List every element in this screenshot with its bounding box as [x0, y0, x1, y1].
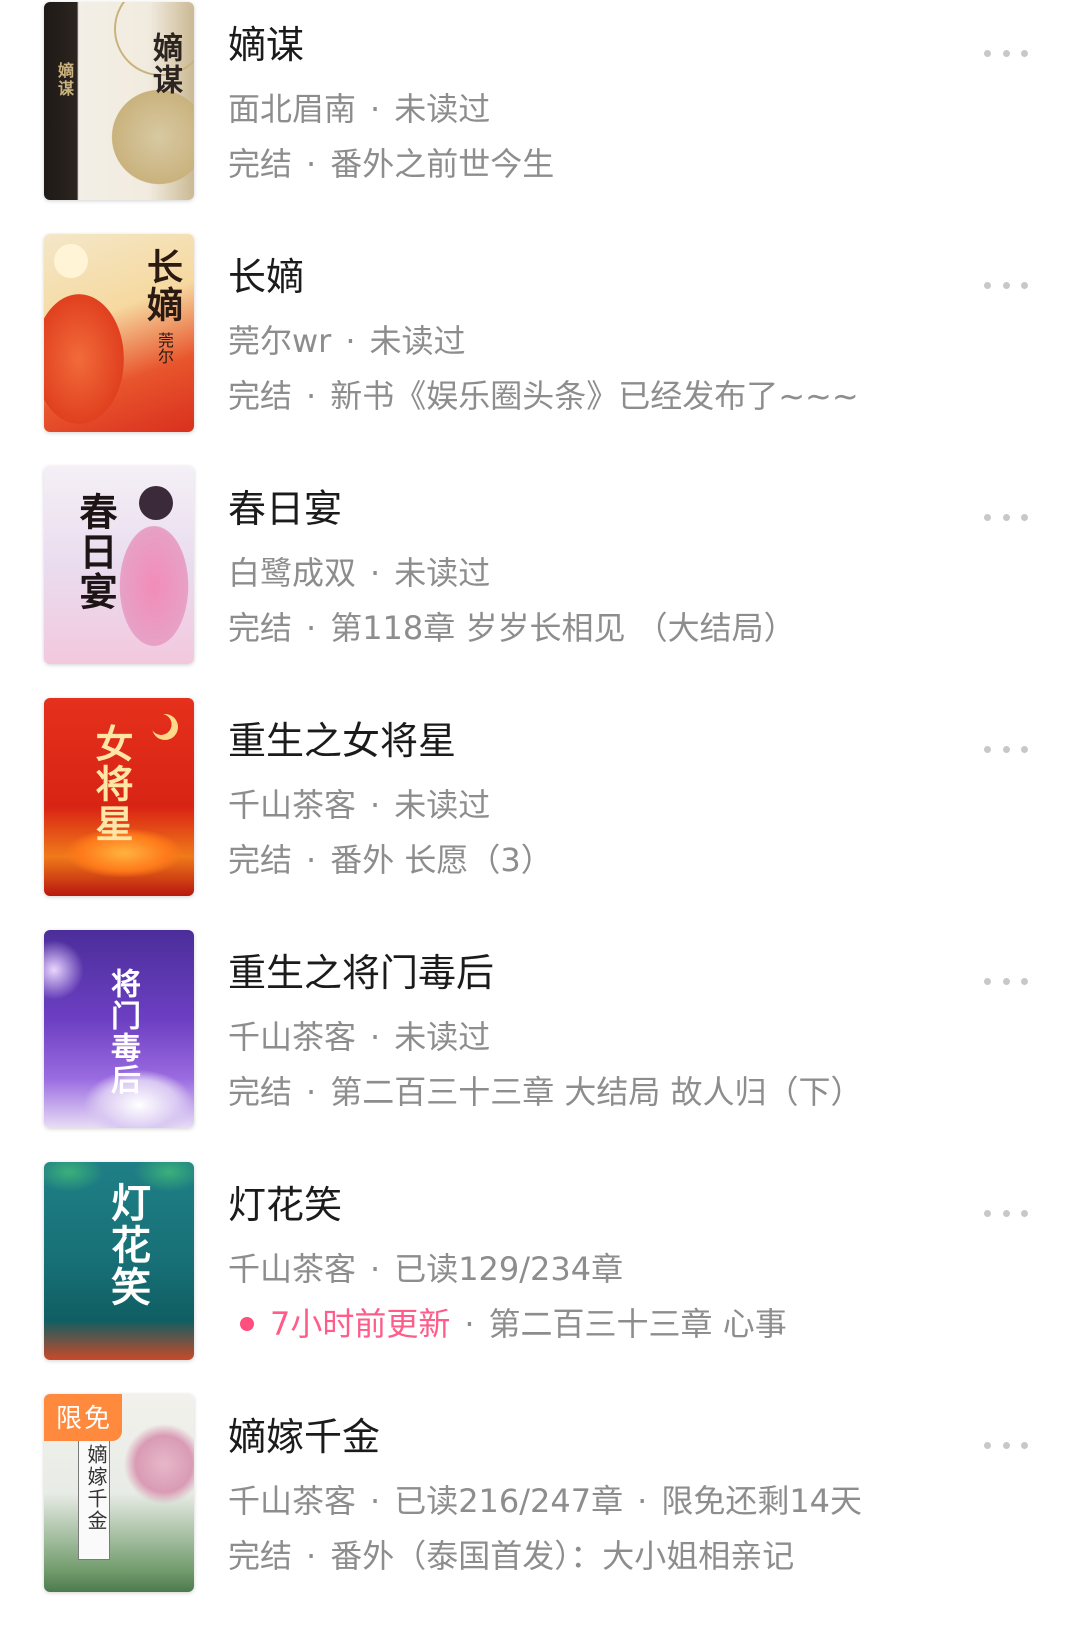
book-item[interactable]: 长嫡 莞尔 长嫡 莞尔wr · 未读过 完结 · 新书《娱乐圈头条》已经发布了~~~ — [0, 234, 1080, 478]
book-status: 完结 — [228, 841, 293, 879]
separator: · — [370, 1250, 381, 1288]
separator: · — [637, 1482, 648, 1520]
book-author: 白鹭成双 — [228, 554, 357, 592]
book-status: 完结 — [228, 377, 293, 415]
book-title[interactable]: 重生之女将星 — [228, 710, 456, 765]
cover-spine-title: 嫡谋 — [55, 62, 74, 98]
book-meta: 千山茶客 · 未读过 — [228, 780, 490, 826]
book-latest: 7小时前更新 · 第二百三十三章 心事 — [228, 1299, 787, 1345]
book-title[interactable]: 长嫡 — [228, 246, 304, 301]
book-author: 千山茶客 — [228, 1482, 357, 1520]
bookshelf-list: 嫡谋 嫡谋 嫡谋 面北眉南 · 未读过 完结 · 番外之前世今生 长嫡 莞尔 长嫡 莞尔… — [0, 0, 1080, 1647]
cover-title: 嫡谋 — [147, 32, 182, 96]
update-time: 7小时前更新 — [270, 1305, 451, 1343]
book-latest: 完结 · 新书《娱乐圈头条》已经发布了~~~ — [228, 371, 859, 417]
latest-chapter: 番外之前世今生 — [330, 145, 555, 183]
read-progress: 未读过 — [394, 1018, 491, 1056]
cover-title: 灯花笑 — [104, 1182, 151, 1308]
latest-chapter: 第二百三十三章 大结局 故人归（下） — [330, 1073, 863, 1111]
book-item[interactable]: 灯花笑 灯花笑 千山茶客 · 已读129/234章 7小时前更新 · 第二百三十三章 心… — [0, 1162, 1080, 1406]
book-title[interactable]: 春日宴 — [228, 478, 342, 533]
separator: · — [306, 609, 317, 647]
book-author: 千山茶客 — [228, 786, 357, 824]
latest-chapter: 第118章 岁岁长相见 （大结局） — [330, 609, 796, 647]
separator: · — [464, 1305, 475, 1343]
read-progress: 未读过 — [369, 322, 466, 360]
more-icon[interactable] — [984, 974, 1028, 988]
book-meta: 莞尔wr · 未读过 — [228, 316, 466, 362]
cover-title: 嫡嫁千金 — [84, 1444, 108, 1532]
book-status: 完结 — [228, 1073, 293, 1111]
book-item[interactable]: 嫡谋 嫡谋 嫡谋 面北眉南 · 未读过 完结 · 番外之前世今生 — [0, 2, 1080, 246]
read-progress: 未读过 — [394, 786, 491, 824]
book-cover[interactable]: 嫡谋 嫡谋 — [44, 2, 194, 200]
book-latest: 完结 · 第118章 岁岁长相见 （大结局） — [228, 603, 796, 649]
book-status: 完结 — [228, 145, 293, 183]
book-item[interactable]: 春日宴 春日宴 白鹭成双 · 未读过 完结 · 第118章 岁岁长相见 （大结局） — [0, 466, 1080, 710]
cover-title: 女将星 — [89, 724, 134, 844]
book-title[interactable]: 嫡谋 — [228, 14, 304, 69]
more-icon[interactable] — [984, 742, 1028, 756]
book-meta: 白鹭成双 · 未读过 — [228, 548, 490, 594]
separator: · — [306, 1537, 317, 1575]
book-latest: 完结 · 番外 长愿（3） — [228, 835, 553, 881]
book-latest: 完结 · 番外之前世今生 — [228, 139, 554, 185]
separator: · — [306, 1073, 317, 1111]
latest-chapter: 第二百三十三章 心事 — [488, 1305, 787, 1343]
separator: · — [306, 841, 317, 879]
book-meta: 千山茶客 · 已读216/247章 · 限免还剩14天 — [228, 1476, 862, 1522]
read-progress: 已读216/247章 — [394, 1482, 624, 1520]
book-author: 面北眉南 — [228, 90, 357, 128]
book-latest: 完结 · 番外（泰国首发）：大小姐相亲记 — [228, 1531, 794, 1577]
more-icon[interactable] — [984, 510, 1028, 524]
book-latest: 完结 · 第二百三十三章 大结局 故人归（下） — [228, 1067, 863, 1113]
book-cover[interactable]: 灯花笑 — [44, 1162, 194, 1360]
book-item[interactable]: 将门毒后 重生之将门毒后 千山茶客 · 未读过 完结 · 第二百三十三章 大结局 故人归… — [0, 930, 1080, 1174]
separator: · — [306, 145, 317, 183]
book-cover[interactable]: 将门毒后 — [44, 930, 194, 1128]
limited-free-badge: 限免 — [44, 1394, 123, 1441]
update-dot-icon — [240, 1317, 254, 1331]
book-status: 完结 — [228, 609, 293, 647]
separator: · — [345, 322, 356, 360]
more-icon[interactable] — [984, 1438, 1028, 1452]
cover-title: 长嫡 — [141, 248, 183, 324]
free-remaining: 限免还剩14天 — [661, 1482, 863, 1520]
cover-title: 春日宴 — [73, 492, 118, 612]
book-cover[interactable]: 春日宴 — [44, 466, 194, 664]
book-item[interactable]: 嫡嫁千金 限免 嫡嫁千金 千山茶客 · 已读216/247章 · 限免还剩14天 完结 ·… — [0, 1394, 1080, 1638]
book-item[interactable]: 女将星 重生之女将星 千山茶客 · 未读过 完结 · 番外 长愿（3） — [0, 698, 1080, 942]
read-progress: 已读129/234章 — [394, 1250, 624, 1288]
separator: · — [370, 90, 381, 128]
read-progress: 未读过 — [394, 554, 491, 592]
cover-title: 将门毒后 — [105, 968, 140, 1096]
latest-chapter: 番外 长愿（3） — [330, 841, 553, 879]
book-title[interactable]: 嫡嫁千金 — [228, 1406, 380, 1461]
book-cover[interactable]: 女将星 — [44, 698, 194, 896]
book-author: 千山茶客 — [228, 1018, 357, 1056]
book-title[interactable]: 灯花笑 — [228, 1174, 342, 1229]
more-icon[interactable] — [984, 1206, 1028, 1220]
cover-author: 莞尔 — [155, 332, 174, 364]
book-cover[interactable]: 嫡嫁千金 限免 — [44, 1394, 194, 1592]
latest-chapter: 新书《娱乐圈头条》已经发布了~~~ — [330, 377, 859, 415]
separator: · — [370, 1018, 381, 1056]
book-meta: 千山茶客 · 已读129/234章 — [228, 1244, 623, 1290]
more-icon[interactable] — [984, 46, 1028, 60]
separator: · — [370, 786, 381, 824]
book-meta: 面北眉南 · 未读过 — [228, 84, 490, 130]
book-author: 莞尔wr — [228, 322, 332, 360]
read-progress: 未读过 — [394, 90, 491, 128]
book-author: 千山茶客 — [228, 1250, 357, 1288]
more-icon[interactable] — [984, 278, 1028, 292]
book-status: 完结 — [228, 1537, 293, 1575]
book-meta: 千山茶客 · 未读过 — [228, 1012, 490, 1058]
separator: · — [370, 554, 381, 592]
separator: · — [370, 1482, 381, 1520]
latest-chapter: 番外（泰国首发）：大小姐相亲记 — [330, 1537, 795, 1575]
separator: · — [306, 377, 317, 415]
book-title[interactable]: 重生之将门毒后 — [228, 942, 494, 997]
book-cover[interactable]: 长嫡 莞尔 — [44, 234, 194, 432]
